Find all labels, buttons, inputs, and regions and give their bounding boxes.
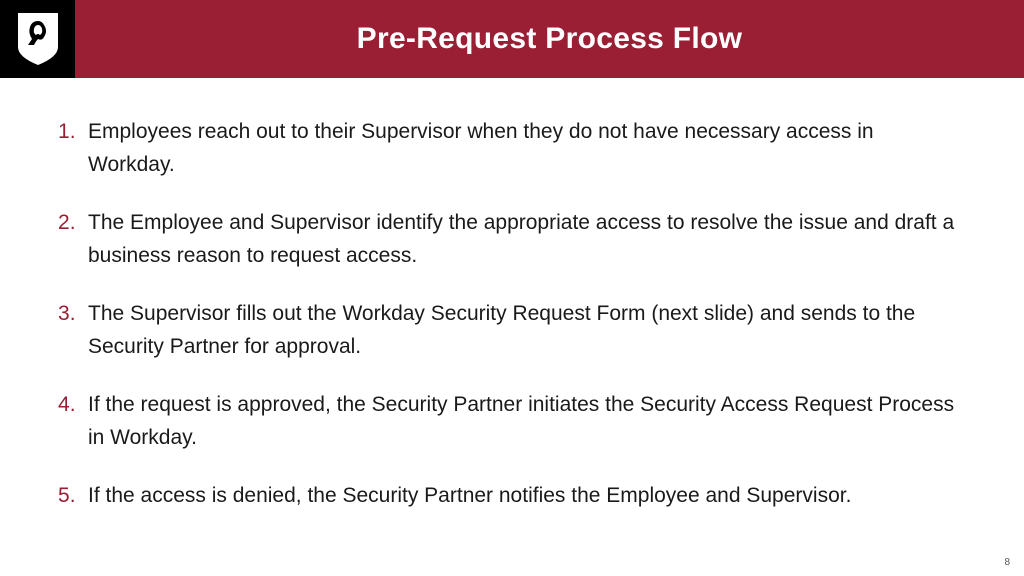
header: Pre-Request Process Flow <box>0 0 1024 78</box>
page-number: 8 <box>1004 557 1010 568</box>
list-item: Employees reach out to their Supervisor … <box>58 116 966 181</box>
list-item: If the request is approved, the Security… <box>58 389 966 454</box>
steps-list: Employees reach out to their Supervisor … <box>58 116 966 513</box>
title-bar: Pre-Request Process Flow <box>75 0 1024 78</box>
content-area: Employees reach out to their Supervisor … <box>0 78 1024 513</box>
page-title: Pre-Request Process Flow <box>357 22 743 56</box>
list-item: The Supervisor fills out the Workday Sec… <box>58 298 966 363</box>
logo-container <box>0 0 75 78</box>
list-item: If the access is denied, the Security Pa… <box>58 480 966 513</box>
list-item: The Employee and Supervisor identify the… <box>58 207 966 272</box>
shield-icon <box>14 11 62 67</box>
